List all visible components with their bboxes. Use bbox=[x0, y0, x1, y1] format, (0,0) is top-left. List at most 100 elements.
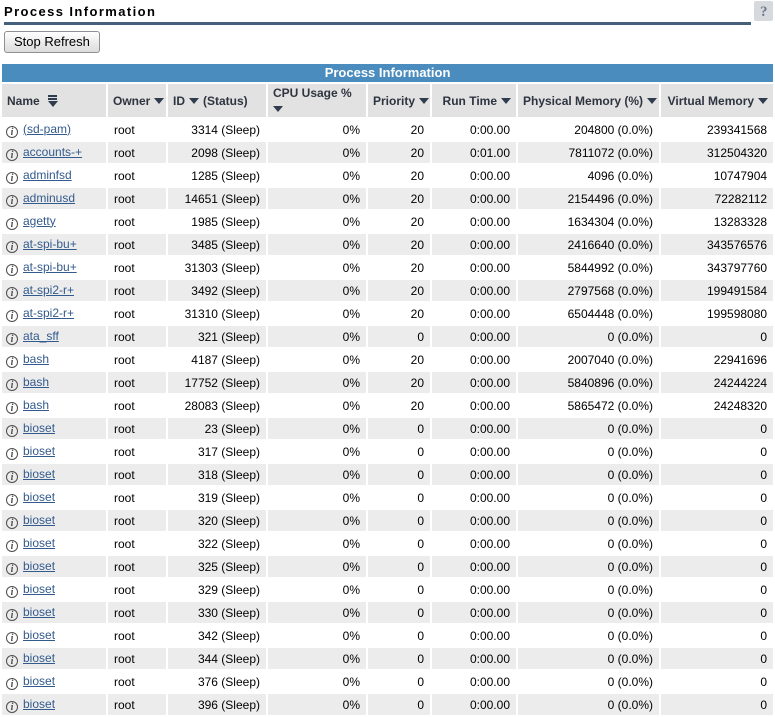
column-header-id-status[interactable]: ID(Status) bbox=[168, 84, 266, 117]
column-header-run-time[interactable]: Run Time bbox=[432, 84, 516, 117]
table-row: ibioset root 344 (Sleep) 0% 0 0:00.00 0 … bbox=[2, 648, 773, 669]
column-header-physical-memory[interactable]: Physical Memory (%) bbox=[518, 84, 659, 117]
run-time-cell: 0:00.00 bbox=[432, 441, 516, 462]
info-icon[interactable]: i bbox=[6, 494, 18, 506]
info-icon[interactable]: i bbox=[6, 471, 18, 483]
process-table-body: i(sd-pam) root 3314 (Sleep) 0% 20 0:00.0… bbox=[2, 119, 773, 715]
info-icon[interactable]: i bbox=[6, 655, 18, 667]
table-row: iat-spi-bu+ root 31303 (Sleep) 0% 20 0:0… bbox=[2, 257, 773, 278]
info-icon[interactable]: i bbox=[6, 310, 18, 322]
virtual-memory-cell: 343797760 bbox=[661, 257, 773, 278]
process-name-link[interactable]: at-spi2-r+ bbox=[23, 306, 74, 320]
owner-cell: root bbox=[108, 234, 166, 255]
table-row: ibioset root 320 (Sleep) 0% 0 0:00.00 0 … bbox=[2, 510, 773, 531]
priority-cell: 0 bbox=[368, 625, 430, 646]
process-name-link[interactable]: bioset bbox=[23, 467, 55, 481]
priority-cell: 0 bbox=[368, 441, 430, 462]
process-name-link[interactable]: accounts-+ bbox=[23, 145, 82, 159]
process-name-link[interactable]: bioset bbox=[23, 582, 55, 596]
column-header-name[interactable]: Name bbox=[2, 84, 106, 117]
info-icon[interactable]: i bbox=[6, 425, 18, 437]
process-name-cell: i at-spi2-r+ bbox=[2, 303, 106, 324]
table-row: iata_sff root 321 (Sleep) 0% 0 0:00.00 0… bbox=[2, 326, 773, 347]
sort-triangle-icon[interactable] bbox=[501, 98, 511, 104]
virtual-memory-cell: 199491584 bbox=[661, 280, 773, 301]
sort-triangle-icon[interactable] bbox=[154, 98, 164, 104]
process-name-link[interactable]: bioset bbox=[23, 536, 55, 550]
owner-cell: root bbox=[108, 602, 166, 623]
process-name-link[interactable]: bioset bbox=[23, 444, 55, 458]
process-name-link[interactable]: bioset bbox=[23, 490, 55, 504]
column-header-priority[interactable]: Priority bbox=[368, 84, 430, 117]
info-icon[interactable]: i bbox=[6, 701, 18, 713]
info-icon[interactable]: i bbox=[6, 609, 18, 621]
info-icon[interactable]: i bbox=[6, 218, 18, 230]
table-row: ibioset root 318 (Sleep) 0% 0 0:00.00 0 … bbox=[2, 464, 773, 485]
sort-triangle-icon[interactable] bbox=[758, 98, 768, 104]
run-time-cell: 0:00.00 bbox=[432, 533, 516, 554]
process-name-link[interactable]: agetty bbox=[23, 214, 56, 228]
column-label-run-time: Run Time bbox=[443, 94, 497, 108]
sort-ascending-icon[interactable] bbox=[48, 95, 58, 107]
info-icon[interactable]: i bbox=[6, 356, 18, 368]
run-time-cell: 0:00.00 bbox=[432, 579, 516, 600]
process-name-link[interactable]: bioset bbox=[23, 674, 55, 688]
process-name-link[interactable]: bioset bbox=[23, 628, 55, 642]
process-name-link[interactable]: bash bbox=[23, 352, 49, 366]
info-icon[interactable]: i bbox=[6, 264, 18, 276]
process-name-cell: ibioset bbox=[2, 579, 106, 600]
owner-cell: root bbox=[108, 303, 166, 324]
info-icon[interactable]: i bbox=[6, 540, 18, 552]
process-name-link[interactable]: bioset bbox=[23, 651, 55, 665]
info-icon[interactable]: i bbox=[6, 448, 18, 460]
info-icon[interactable]: i bbox=[6, 126, 18, 138]
table-row: ibioset root 396 (Sleep) 0% 0 0:00.00 0 … bbox=[2, 694, 773, 715]
info-icon[interactable]: i bbox=[6, 402, 18, 414]
help-icon[interactable]: ? bbox=[754, 1, 773, 21]
virtual-memory-cell: 24248320 bbox=[661, 395, 773, 416]
info-icon[interactable]: i bbox=[6, 287, 18, 299]
process-name-link[interactable]: adminusd bbox=[23, 191, 75, 205]
virtual-memory-cell: 0 bbox=[661, 671, 773, 692]
column-header-owner[interactable]: Owner bbox=[108, 84, 166, 117]
process-name-link[interactable]: adminfsd bbox=[23, 168, 72, 182]
id-status-cell: 2098 (Sleep) bbox=[168, 142, 266, 163]
process-name-link[interactable]: bioset bbox=[23, 697, 55, 711]
info-icon[interactable]: i bbox=[6, 195, 18, 207]
process-name-link[interactable]: bioset bbox=[23, 559, 55, 573]
info-icon[interactable]: i bbox=[6, 517, 18, 529]
column-header-virtual-memory[interactable]: Virtual Memory bbox=[661, 84, 773, 117]
sort-triangle-icon[interactable] bbox=[419, 98, 429, 104]
info-icon[interactable]: i bbox=[6, 379, 18, 391]
info-icon[interactable]: i bbox=[6, 241, 18, 253]
info-icon[interactable]: i bbox=[6, 149, 18, 161]
sort-triangle-icon[interactable] bbox=[647, 98, 657, 104]
priority-cell: 20 bbox=[368, 257, 430, 278]
info-icon[interactable]: i bbox=[6, 678, 18, 690]
stop-refresh-button[interactable]: Stop Refresh bbox=[4, 31, 100, 53]
process-name-link[interactable]: ata_sff bbox=[23, 329, 59, 343]
process-name-link[interactable]: at-spi-bu+ bbox=[23, 237, 77, 251]
info-icon[interactable]: i bbox=[6, 632, 18, 644]
column-header-cpu-usage[interactable]: CPU Usage % bbox=[268, 84, 366, 117]
process-name-cell: ibioset bbox=[2, 487, 106, 508]
info-icon[interactable]: i bbox=[6, 586, 18, 598]
process-name-link[interactable]: bash bbox=[23, 398, 49, 412]
process-name-link[interactable]: bioset bbox=[23, 513, 55, 527]
process-name-link[interactable]: bioset bbox=[23, 605, 55, 619]
process-name-link[interactable]: at-spi2-r+ bbox=[23, 283, 74, 297]
sort-triangle-icon[interactable] bbox=[189, 98, 199, 104]
info-icon[interactable]: i bbox=[6, 333, 18, 345]
cpu-usage-cell: 0% bbox=[268, 579, 366, 600]
process-name-cell: i (sd-pam) bbox=[2, 119, 106, 140]
info-icon[interactable]: i bbox=[6, 172, 18, 184]
process-name-cell: ibioset bbox=[2, 556, 106, 577]
info-icon[interactable]: i bbox=[6, 563, 18, 575]
process-name-link[interactable]: at-spi-bu+ bbox=[23, 260, 77, 274]
run-time-cell: 0:00.00 bbox=[432, 648, 516, 669]
process-name-link[interactable]: bioset bbox=[23, 421, 55, 435]
sort-triangle-icon[interactable] bbox=[273, 106, 283, 112]
priority-cell: 20 bbox=[368, 211, 430, 232]
process-name-link[interactable]: bash bbox=[23, 375, 49, 389]
process-name-link[interactable]: (sd-pam) bbox=[23, 122, 71, 136]
